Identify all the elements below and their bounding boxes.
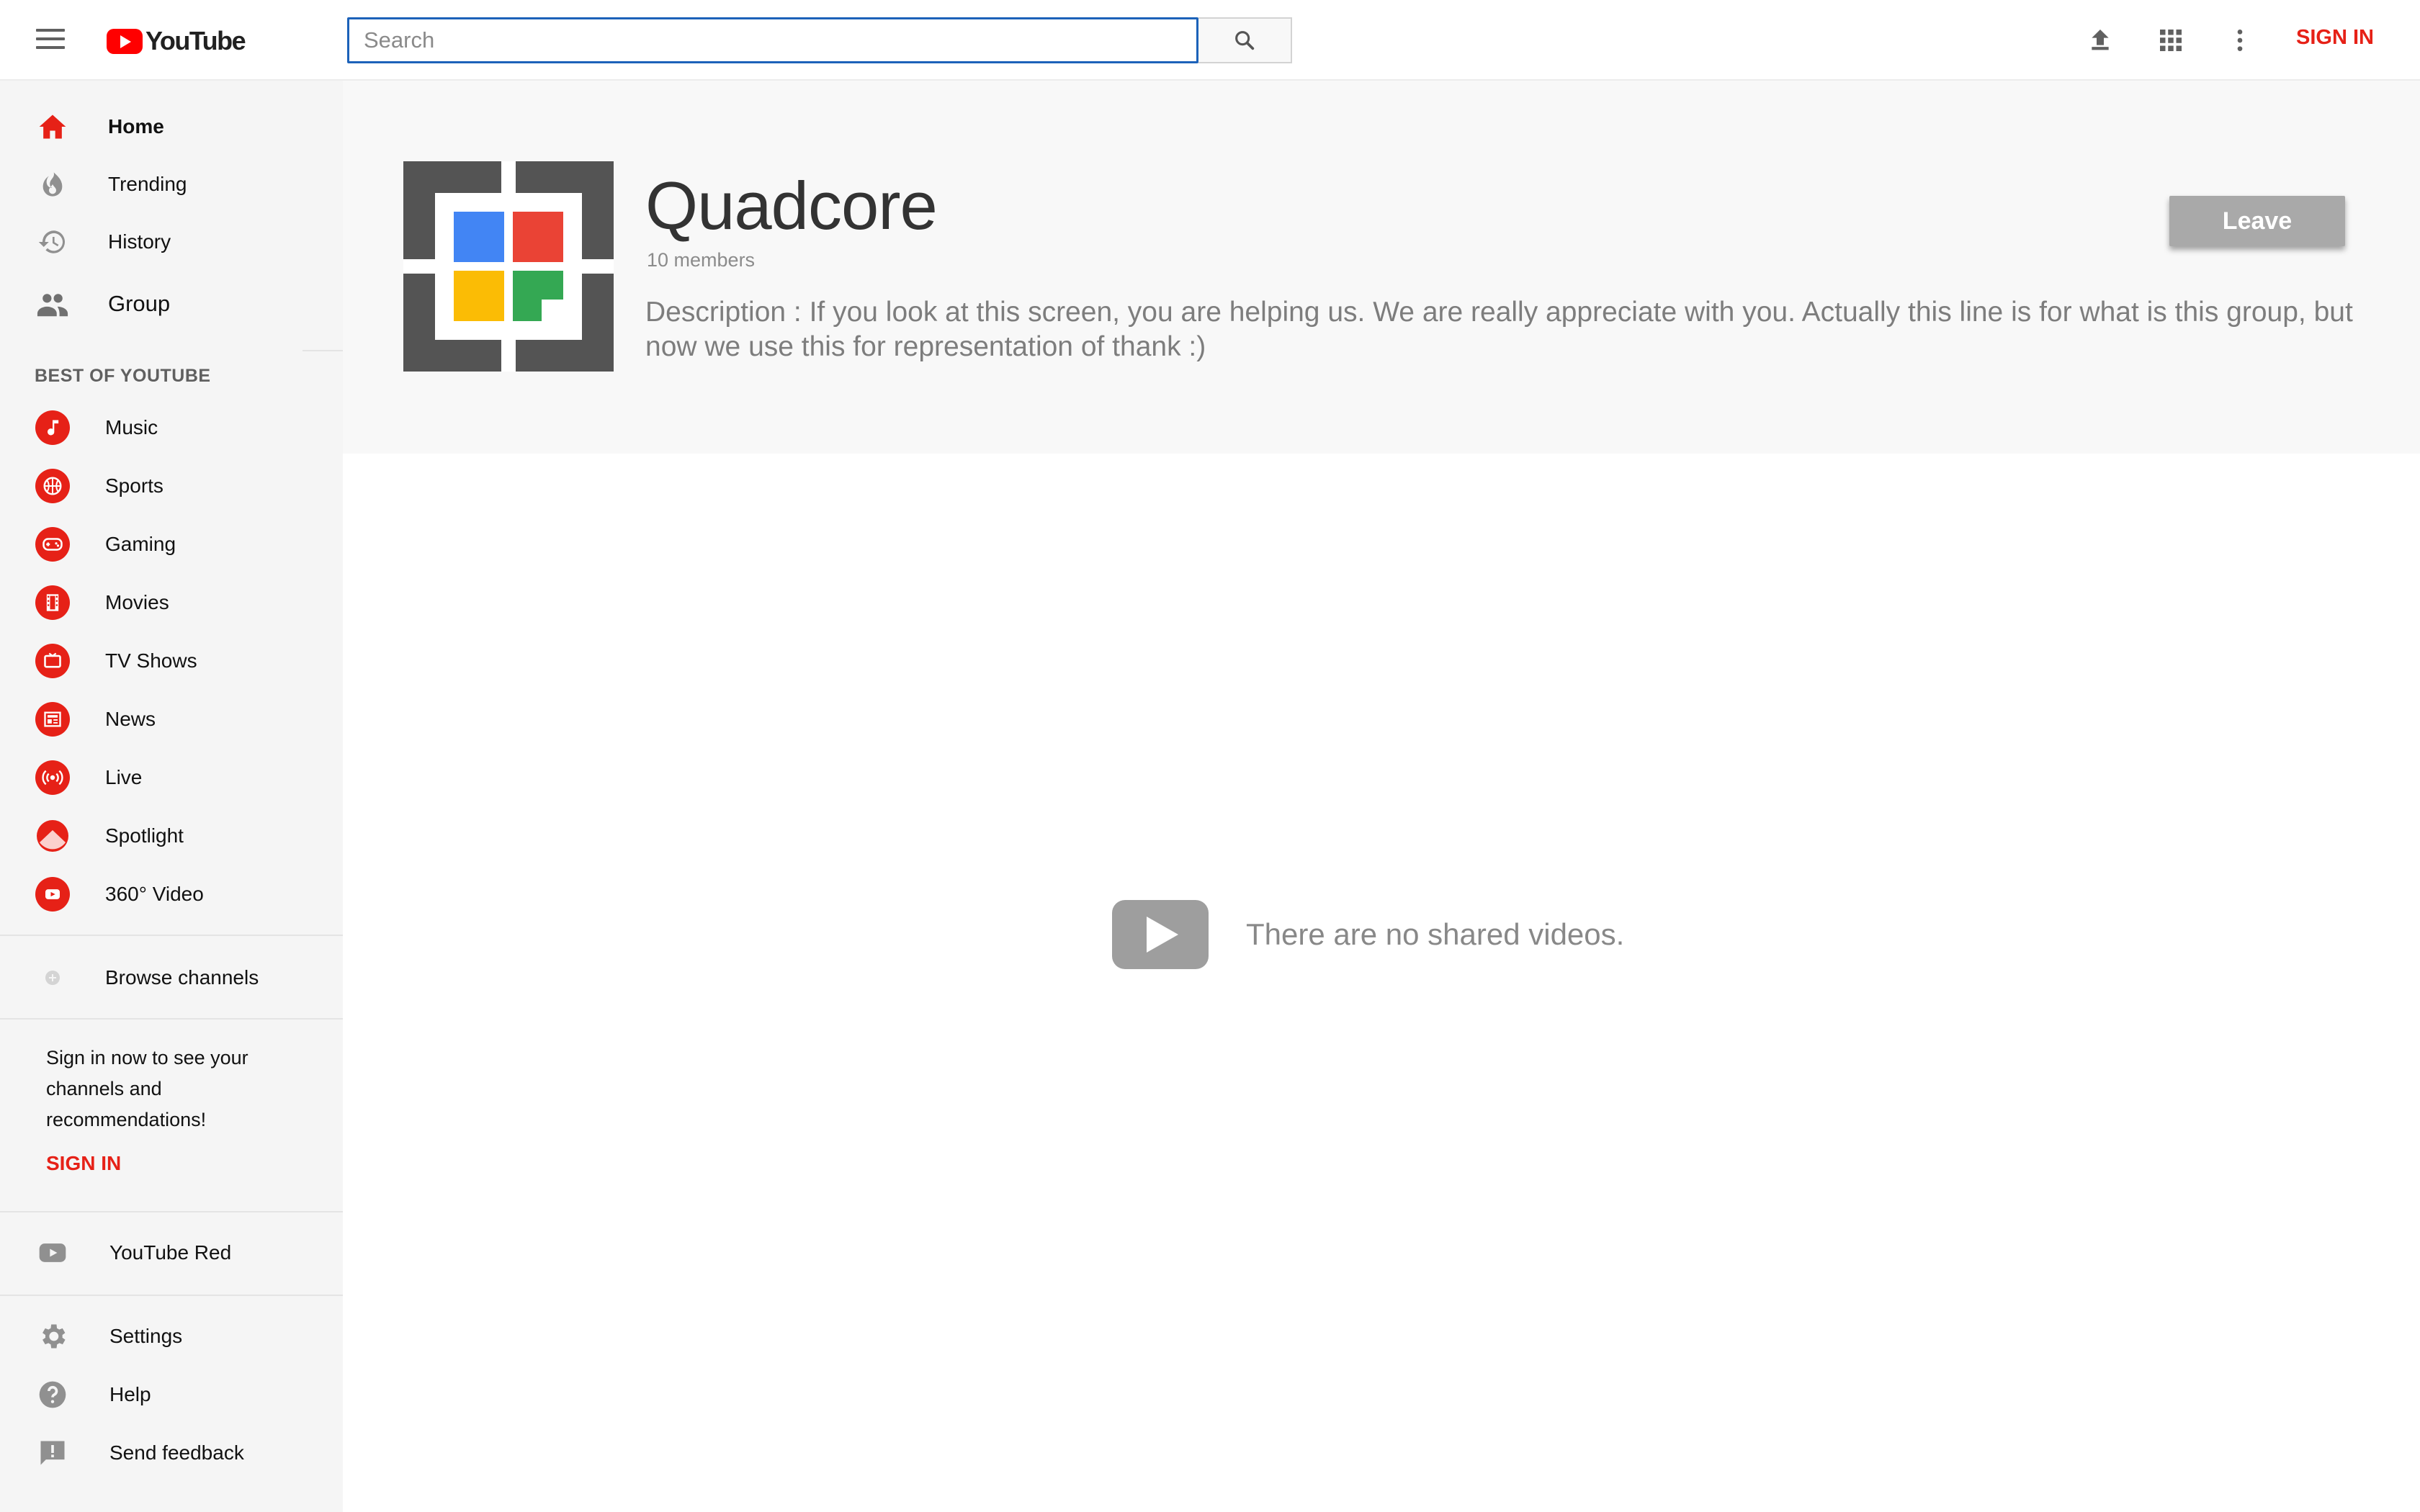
sidebar-item-label: History — [108, 230, 171, 253]
sidebar-item-youtube-red[interactable]: YouTube Red — [0, 1227, 343, 1279]
group-title: Quadcore — [645, 168, 938, 243]
logo-text: YouTube — [145, 26, 246, 55]
video-360-icon — [35, 876, 71, 912]
home-icon — [35, 109, 71, 145]
divider — [0, 1295, 343, 1296]
sidebar-item-send-feedback[interactable]: Send feedback — [0, 1427, 343, 1479]
tv-icon — [35, 643, 71, 679]
section-heading: BEST OF YOUTUBE — [35, 366, 211, 386]
member-count: 10 members — [647, 249, 756, 271]
group-description: Description : If you look at this screen… — [645, 297, 2353, 362]
newspaper-icon — [35, 701, 71, 737]
history-icon — [35, 224, 71, 260]
sidebar-item-label: Music — [105, 416, 158, 438]
empty-state-message: There are no shared videos. — [1246, 917, 1625, 951]
group-icon — [35, 286, 71, 322]
group-avatar — [403, 161, 614, 372]
sidebar: Home Trending History Group BEST OF YOUT… — [0, 81, 343, 1512]
sidebar-item-label: TV Shows — [105, 649, 197, 672]
sidebar-item-help[interactable]: Help — [0, 1369, 343, 1421]
sidebar-item-movies[interactable]: Movies — [0, 577, 343, 629]
sidebar-item-news[interactable]: News — [0, 693, 343, 745]
sidebar-item-label: Group — [108, 291, 171, 316]
logo-square-blue — [454, 212, 504, 262]
sidebar-item-label: YouTube Red — [109, 1241, 232, 1264]
help-icon — [35, 1377, 71, 1413]
sidebar-item-group[interactable]: Group — [0, 278, 343, 330]
sidebar-item-label: Help — [109, 1383, 151, 1405]
sidebar-item-label: Gaming — [105, 533, 176, 555]
logo-square-red — [513, 212, 563, 262]
sidebar-item-label: Settings — [109, 1325, 183, 1347]
sidebar-item-label: Spotlight — [105, 824, 184, 847]
sign-in-promo-text: Sign in now to see your channels and rec… — [46, 1047, 248, 1130]
sidebar-item-label: Home — [108, 115, 164, 138]
youtube-play-logo-icon — [107, 28, 143, 54]
leave-button[interactable]: Leave — [2169, 196, 2345, 246]
top-bar: YouTube SIGN IN — [0, 0, 2420, 81]
divider — [0, 1211, 343, 1212]
sidebar-item-music[interactable]: Music — [0, 402, 343, 454]
sidebar-item-label: Live — [105, 766, 143, 788]
basketball-icon — [35, 468, 71, 504]
sidebar-item-label: Send feedback — [109, 1441, 244, 1464]
play-icon — [1112, 900, 1209, 969]
apps-grid-icon[interactable] — [2154, 23, 2188, 58]
sidebar-item-label: Sports — [105, 474, 163, 497]
search-icon — [1235, 31, 1255, 50]
sidebar-item-360-video[interactable]: 360° Video — [0, 868, 343, 920]
sidebar-item-label: News — [105, 708, 156, 730]
sidebar-sign-in-link[interactable]: SIGN IN — [46, 1152, 121, 1175]
live-broadcast-icon — [35, 760, 71, 796]
flame-icon — [35, 166, 71, 202]
empty-state: There are no shared videos. — [1112, 900, 1624, 969]
sidebar-item-live[interactable]: Live — [0, 752, 343, 804]
feedback-icon — [35, 1435, 71, 1471]
gear-icon — [35, 1318, 71, 1354]
sidebar-item-spotlight[interactable]: Spotlight — [0, 810, 343, 862]
sidebar-item-sports[interactable]: Sports — [0, 460, 343, 512]
quadcore-logo-icon — [403, 161, 614, 372]
sidebar-item-gaming[interactable]: Gaming — [0, 518, 343, 570]
sidebar-item-label: Browse channels — [105, 966, 259, 989]
upload-icon[interactable] — [2083, 23, 2118, 58]
sidebar-item-label: Trending — [108, 173, 187, 195]
search-input[interactable] — [347, 17, 1198, 63]
more-vert-icon[interactable] — [2223, 23, 2257, 58]
gamepad-icon — [35, 526, 71, 562]
logo-square-yellow — [454, 271, 504, 321]
search-button[interactable] — [1198, 17, 1292, 63]
videos-area — [343, 454, 2420, 1512]
spotlight-icon — [35, 818, 71, 854]
divider — [0, 935, 343, 936]
sidebar-item-label: Movies — [105, 591, 169, 613]
divider — [0, 1018, 343, 1020]
youtube-logo[interactable]: YouTube — [107, 26, 246, 56]
film-strip-icon — [35, 585, 71, 621]
sidebar-item-settings[interactable]: Settings — [0, 1310, 343, 1362]
sidebar-item-label: 360° Video — [105, 883, 204, 905]
sidebar-item-tv-shows[interactable]: TV Shows — [0, 635, 343, 687]
music-note-icon — [35, 410, 71, 446]
menu-icon[interactable] — [33, 24, 68, 56]
sidebar-item-trending[interactable]: Trending — [0, 158, 343, 210]
divider — [302, 350, 343, 351]
plus-circle-icon — [35, 960, 71, 996]
sign-in-button[interactable]: SIGN IN — [2296, 26, 2374, 50]
youtube-red-icon — [35, 1235, 71, 1271]
sidebar-item-home[interactable]: Home — [0, 101, 343, 153]
sidebar-item-history[interactable]: History — [0, 216, 343, 268]
sidebar-item-browse-channels[interactable]: Browse channels — [0, 952, 343, 1004]
